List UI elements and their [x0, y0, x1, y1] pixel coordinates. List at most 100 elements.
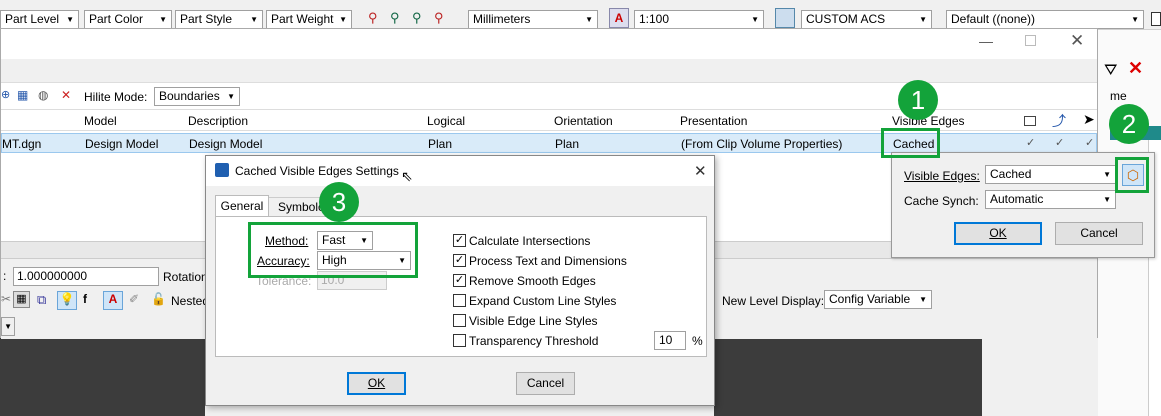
level-lock-icon[interactable]: ⚲ — [434, 10, 450, 26]
dark-view-area-right — [714, 336, 982, 416]
dialog-titlebar: Cached Visible Edges Settings ⇖ ✕ — [206, 156, 714, 186]
calculate-intersections-checkbox[interactable]: ✓ — [453, 234, 466, 247]
check-icon[interactable]: ✓ — [1026, 136, 1035, 149]
col-orientation[interactable]: Orientation — [554, 114, 613, 128]
visible-edge-line-styles-checkbox[interactable] — [453, 314, 466, 327]
cache-synch-combo[interactable]: Automatic ▼ — [985, 190, 1116, 209]
chevron-down-icon: ▼ — [751, 15, 759, 24]
ref-attach-icon[interactable]: ▦ — [17, 88, 28, 102]
part-style-combo[interactable]: Part Style ▼ — [175, 10, 263, 29]
transparency-threshold-checkbox[interactable] — [453, 334, 466, 347]
filter-icon[interactable]: ⛛ — [1104, 62, 1117, 80]
callout-3: 3 — [319, 182, 359, 222]
visible-edge-line-styles-label: Visible Edge Line Styles — [469, 314, 598, 328]
display-col-icon[interactable] — [1024, 116, 1036, 126]
app-icon — [215, 163, 229, 177]
font-icon[interactable]: f — [83, 292, 87, 306]
calculate-intersections-label: Calculate Intersections — [469, 234, 591, 248]
highlight-method-accuracy — [248, 222, 418, 278]
expand-custom-line-styles-checkbox[interactable] — [453, 294, 466, 307]
popup-ok-button[interactable]: OK — [954, 222, 1042, 245]
cell-file: MT.dgn — [2, 137, 42, 151]
dialog-title: Cached Visible Edges Settings — [235, 164, 399, 178]
col-description[interactable]: Description — [188, 114, 248, 128]
text-color-icon[interactable]: A — [103, 291, 123, 310]
visible-edges-combo[interactable]: Cached ▼ — [985, 165, 1116, 184]
nested-label: Nested — [171, 294, 210, 308]
snap-col-icon[interactable]: ⤴ — [1052, 111, 1066, 131]
highlight-visible-edges-cell — [881, 128, 940, 158]
chevron-down-icon: ▼ — [159, 15, 167, 24]
hilite-mode-combo[interactable]: Boundaries ▼ — [154, 87, 240, 106]
new-level-display-combo[interactable]: Config Variable ▼ — [824, 290, 932, 309]
scale-input[interactable]: 1.000000000 — [13, 267, 159, 286]
mouse-cursor-icon: ⇖ — [401, 168, 413, 184]
close-icon[interactable]: ✕ — [1070, 31, 1084, 51]
acs-icon[interactable] — [775, 8, 795, 28]
dialog-cancel-button[interactable]: Cancel — [516, 372, 575, 395]
chevron-down-icon: ▼ — [1131, 15, 1139, 24]
level-tool-icon[interactable]: ⚲ — [368, 10, 384, 26]
overflow-checkbox[interactable] — [1151, 12, 1161, 26]
cache-synch-label: Cache Synch: — [904, 194, 979, 208]
colon-label: : — [3, 269, 7, 283]
units-combo[interactable]: Millimeters ▼ — [468, 10, 598, 29]
new-level-display-label: New Level Display: — [722, 294, 825, 308]
default-display-combo[interactable]: Default ((none)) ▼ — [946, 10, 1144, 29]
check-icon[interactable]: ✓ — [1085, 136, 1094, 149]
locate-col-icon[interactable]: ➤ — [1083, 111, 1095, 128]
dialog-close-icon[interactable]: ✕ — [694, 162, 707, 180]
grid-icon[interactable]: ▦ — [13, 291, 30, 308]
chevron-down-icon: ▼ — [250, 15, 258, 24]
dialog-ok-button[interactable]: OK — [347, 372, 406, 395]
scissors-icon[interactable]: ✂ — [1, 292, 11, 306]
cell-orientation: Plan — [555, 137, 580, 151]
part-weight-combo[interactable]: Part Weight ▼ — [266, 10, 352, 29]
ref-detach-icon[interactable]: ✕ — [61, 88, 71, 102]
process-text-checkbox[interactable]: ✓ — [453, 254, 466, 267]
chevron-down-icon: ▼ — [227, 92, 235, 101]
small-dropdown[interactable]: ▼ — [1, 317, 15, 336]
acs-combo[interactable]: CUSTOM ACS ▼ — [801, 10, 932, 29]
col-logical[interactable]: Logical — [427, 114, 465, 128]
cell-presentation: (From Clip Volume Properties) — [681, 137, 843, 151]
text-style-icon[interactable]: A — [609, 8, 629, 28]
close-red-icon[interactable]: ✕ — [1128, 58, 1143, 79]
window-menu-strip — [1, 59, 1097, 83]
ref-sphere-icon[interactable]: ◍ — [38, 88, 48, 102]
col-model[interactable]: Model — [84, 114, 117, 128]
hilite-mode-label: Hilite Mode: — [84, 90, 148, 104]
bulb-icon[interactable]: 💡 — [57, 291, 77, 310]
chevron-down-icon: ▼ — [339, 15, 347, 24]
ref-tool-icon[interactable]: ⊕ — [1, 88, 10, 101]
maximize-icon[interactable] — [1025, 35, 1036, 46]
minimize-icon[interactable]: — — [979, 33, 993, 49]
cell-logical: Plan — [428, 137, 453, 151]
level-attrib-icon[interactable]: ⚲ — [390, 10, 406, 26]
chevron-down-icon: ▼ — [66, 15, 74, 24]
visible-edges-label: Visible Edges: — [904, 169, 980, 183]
chevron-down-icon: ▼ — [1103, 170, 1111, 179]
window-titlebar — [1, 29, 1097, 59]
popup-cancel-button[interactable]: Cancel — [1055, 222, 1143, 245]
tab-general[interactable]: General — [215, 195, 269, 217]
line-style-icon[interactable]: ✐ — [129, 292, 139, 306]
transparency-threshold-label: Transparency Threshold — [469, 334, 599, 348]
cell-model: Design Model — [85, 137, 159, 151]
check-icon[interactable]: ✓ — [1055, 136, 1064, 149]
scale-combo[interactable]: 1:100 ▼ — [634, 10, 764, 29]
remove-smooth-edges-checkbox[interactable]: ✓ — [453, 274, 466, 287]
process-text-label: Process Text and Dimensions — [469, 254, 627, 268]
expand-custom-line-styles-label: Expand Custom Line Styles — [469, 294, 617, 308]
part-color-combo[interactable]: Part Color ▼ — [84, 10, 172, 29]
part-level-combo[interactable]: Part Level ▼ — [0, 10, 79, 29]
chevron-down-icon: ▼ — [1103, 195, 1111, 204]
cell-description: Design Model — [189, 137, 263, 151]
threshold-input[interactable]: 10 — [654, 331, 686, 350]
col-presentation[interactable]: Presentation — [680, 114, 747, 128]
layers-icon[interactable]: ⧉ — [37, 292, 46, 308]
remove-smooth-edges-label: Remove Smooth Edges — [469, 274, 596, 288]
lock-icon[interactable]: 🔓 — [151, 292, 166, 306]
cached-visible-edges-dialog: Cached Visible Edges Settings ⇖ ✕ Genera… — [205, 155, 715, 406]
level-filter-icon[interactable]: ⚲ — [412, 10, 428, 26]
